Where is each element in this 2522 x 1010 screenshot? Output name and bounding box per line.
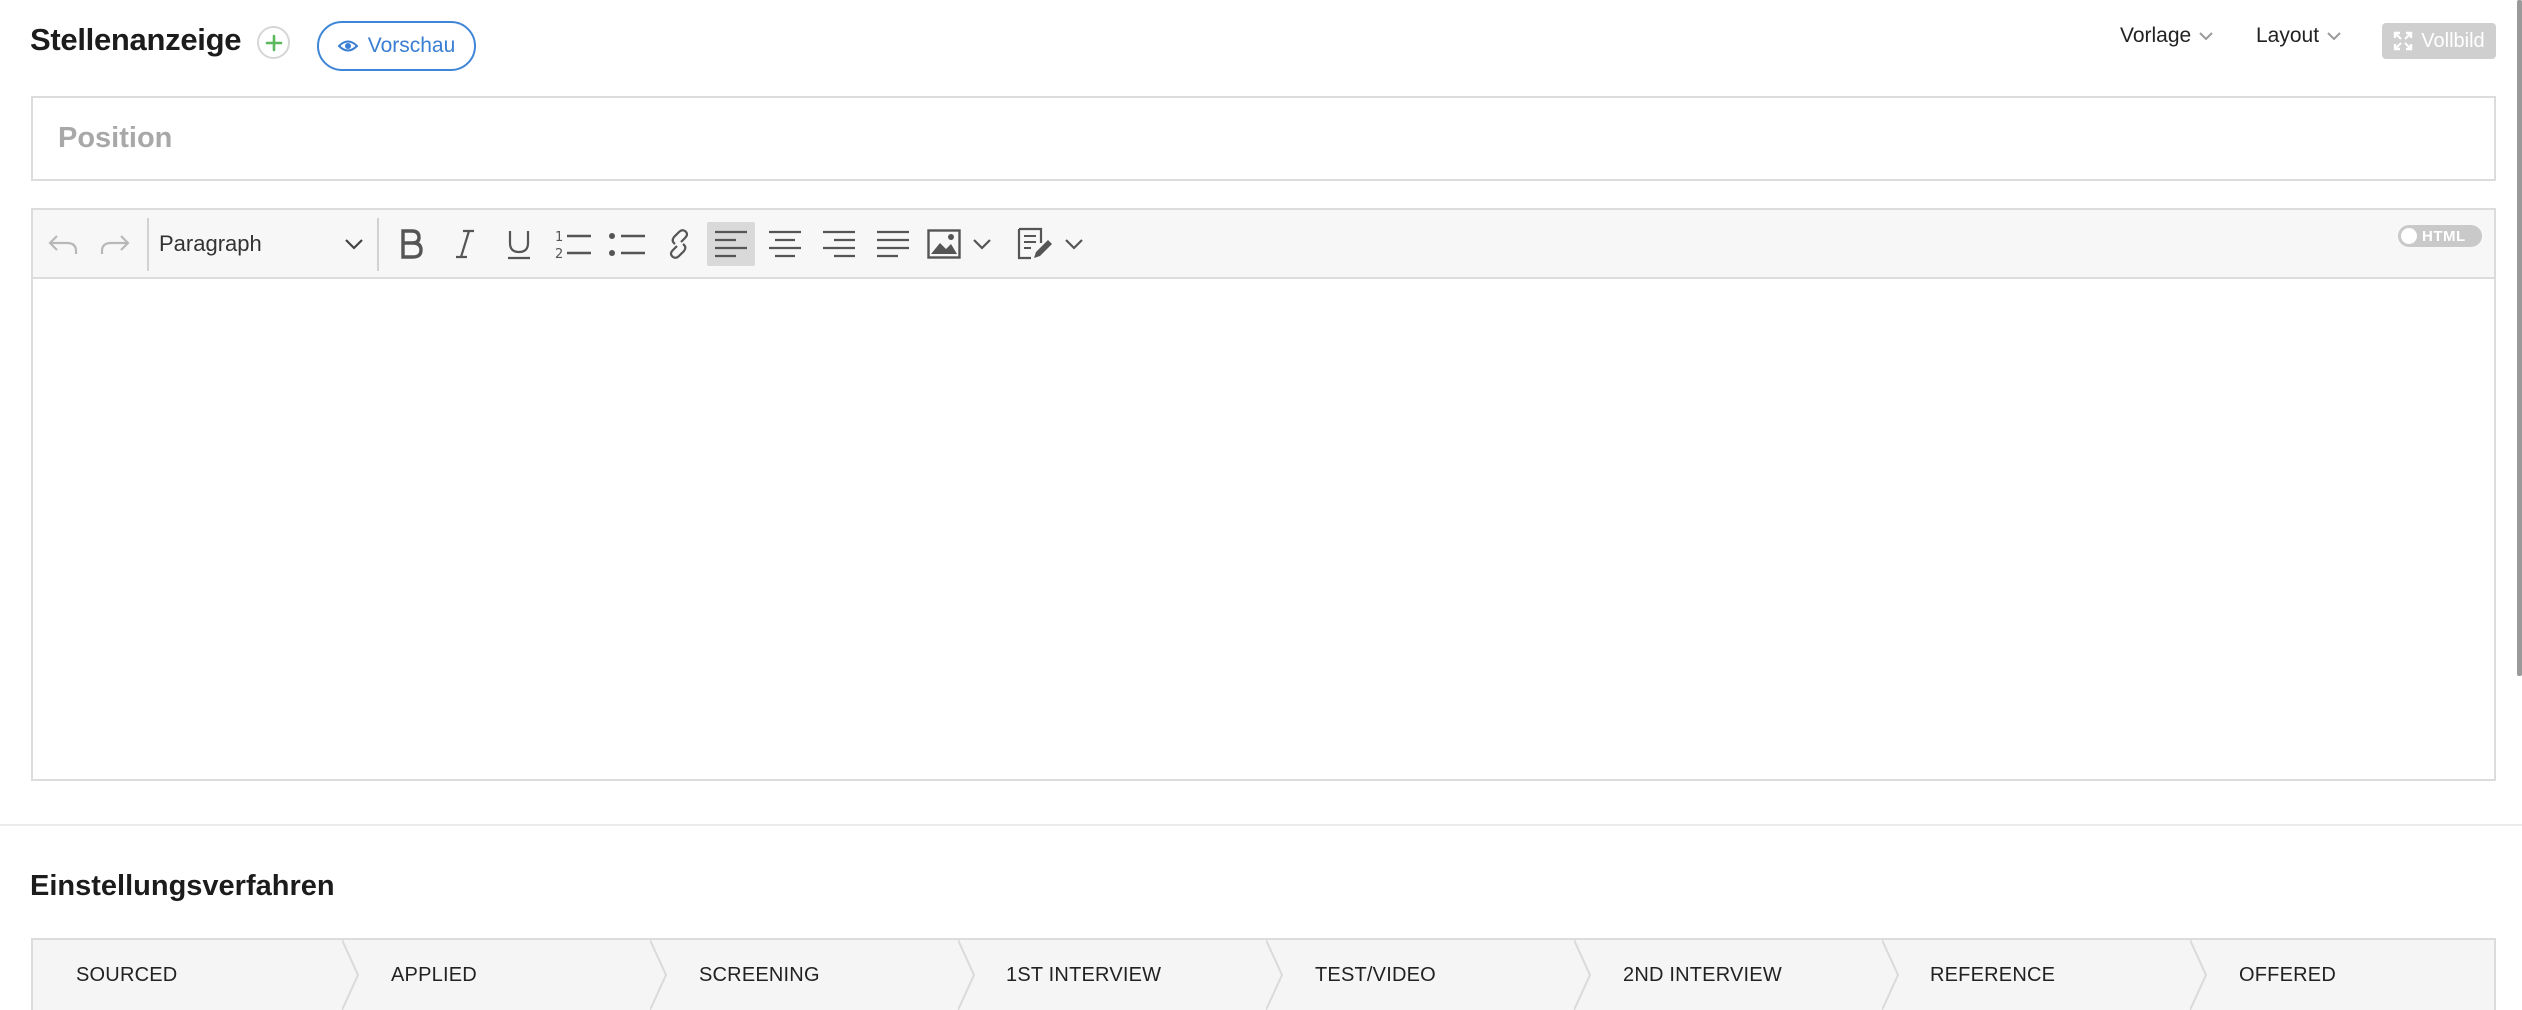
bold-icon [401, 229, 423, 259]
block-format-label: Paragraph [159, 231, 262, 256]
stage-first-interview[interactable]: 1ST INTERVIEW [1006, 940, 1161, 1010]
eye-icon [337, 40, 358, 52]
image-icon [927, 229, 961, 259]
fullscreen-button[interactable]: Vollbild [2382, 23, 2496, 59]
position-input[interactable] [31, 96, 2496, 181]
page-header: Stellenanzeige Vorschau Vorlage Layout V… [0, 0, 2522, 90]
chevron-separator [2190, 940, 2208, 1010]
toolbar-separator [377, 218, 379, 271]
chevron-down-icon [1065, 238, 1083, 250]
align-right-icon [823, 230, 855, 258]
block-format-select[interactable]: Paragraph [155, 222, 367, 266]
template-label: Vorlage [2120, 24, 2192, 47]
stage-offered[interactable]: OFFERED [2239, 940, 2336, 1010]
numbered-list-icon: 1 2 [555, 230, 591, 260]
chevron-separator [958, 940, 976, 1010]
align-center-icon [769, 230, 801, 258]
align-left-button[interactable] [707, 222, 755, 266]
html-toggle-label: HTML [2422, 227, 2466, 245]
undo-icon [48, 235, 78, 254]
link-icon [669, 229, 689, 259]
chevron-separator [1266, 940, 1284, 1010]
expand-icon [2394, 31, 2413, 51]
document-edit-icon [1017, 227, 1052, 260]
stage-second-interview[interactable]: 2ND INTERVIEW [1623, 940, 1782, 1010]
italic-icon [456, 229, 474, 259]
page-title: Stellenanzeige [30, 22, 242, 57]
plus-icon [265, 34, 282, 51]
align-justify-button[interactable] [869, 222, 917, 266]
template-dropdown[interactable]: Vorlage [2120, 24, 2213, 48]
align-right-button[interactable] [815, 222, 863, 266]
template-insert-button[interactable] [1013, 222, 1093, 266]
svg-text:1: 1 [555, 230, 563, 245]
section-divider [0, 824, 2522, 826]
align-left-icon [715, 230, 747, 258]
redo-button[interactable] [95, 222, 135, 266]
add-button[interactable] [257, 26, 290, 59]
rich-text-editor: Paragraph 1 2 HTML [31, 208, 2496, 781]
undo-button[interactable] [43, 222, 83, 266]
chevron-down-icon [2199, 31, 2213, 40]
page-scrollbar[interactable] [2517, 0, 2522, 676]
editor-content-area[interactable] [33, 279, 2494, 779]
chevron-separator [650, 940, 668, 1010]
chevron-separator [1882, 940, 1900, 1010]
bullet-list-icon [609, 233, 645, 256]
fullscreen-label: Vollbild [2421, 29, 2485, 52]
hiring-process-title: Einstellungsverfahren [30, 870, 335, 902]
preview-button[interactable]: Vorschau [317, 21, 476, 71]
align-center-button[interactable] [761, 222, 809, 266]
align-justify-icon [877, 230, 909, 258]
chevron-down-icon [973, 238, 991, 250]
layout-dropdown[interactable]: Layout [2256, 24, 2341, 48]
toggle-knob [2401, 228, 2417, 244]
underline-icon [508, 231, 530, 260]
redo-icon [100, 235, 130, 254]
chevron-down-icon [2327, 31, 2341, 40]
preview-label: Vorschau [367, 34, 456, 57]
stage-screening[interactable]: SCREENING [699, 940, 820, 1010]
hiring-pipeline: SOURCED APPLIED SCREENING 1ST INTERVIEW … [31, 938, 2496, 1010]
toolbar-separator [147, 218, 149, 271]
chevron-down-icon [345, 238, 363, 250]
italic-button[interactable] [443, 222, 487, 266]
chevron-separator [342, 940, 360, 1010]
link-button[interactable] [657, 222, 701, 266]
chevron-separator [1574, 940, 1592, 1010]
numbered-list-button[interactable]: 1 2 [549, 222, 597, 266]
layout-label: Layout [2256, 24, 2320, 47]
image-button[interactable] [923, 222, 1003, 266]
stage-sourced[interactable]: SOURCED [76, 940, 177, 1010]
editor-toolbar: Paragraph 1 2 HTML [33, 210, 2494, 279]
stage-applied[interactable]: APPLIED [391, 940, 477, 1010]
bold-button[interactable] [389, 222, 433, 266]
svg-text:2: 2 [555, 247, 563, 260]
html-toggle[interactable]: HTML [2398, 225, 2482, 247]
stage-test-video[interactable]: TEST/VIDEO [1315, 940, 1436, 1010]
underline-button[interactable] [497, 222, 541, 266]
stage-reference[interactable]: REFERENCE [1930, 940, 2055, 1010]
bullet-list-button[interactable] [603, 222, 651, 266]
